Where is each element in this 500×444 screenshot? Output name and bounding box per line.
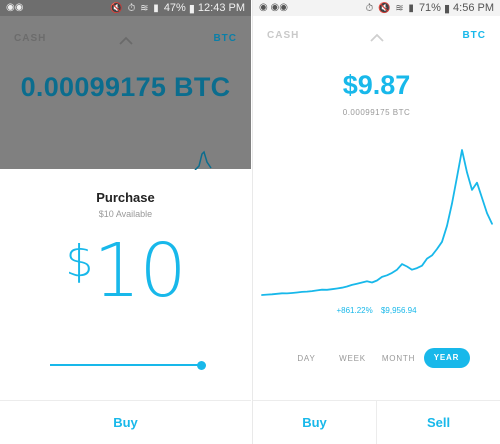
battery-icon: ▮ bbox=[443, 2, 451, 15]
buy-button[interactable]: Buy bbox=[253, 401, 376, 444]
tab-cash[interactable]: CASH bbox=[267, 30, 299, 41]
period-year-button[interactable]: YEAR bbox=[423, 348, 470, 368]
voicemail-icon: ◉◉ bbox=[6, 2, 24, 13]
currency-symbol: $ bbox=[65, 236, 94, 287]
chart-peek bbox=[194, 150, 212, 170]
chevron-up-icon[interactable] bbox=[118, 33, 134, 49]
btc-value: 0.00099175 BTC bbox=[342, 108, 411, 117]
action-bar: Buy bbox=[0, 400, 251, 444]
period-day-button[interactable]: DAY bbox=[284, 354, 330, 363]
action-bar: Buy Sell bbox=[253, 400, 500, 444]
purchase-title: Purchase bbox=[96, 190, 155, 205]
battery-icon: ▮ bbox=[188, 2, 195, 15]
clock: 12:43 PM bbox=[197, 2, 245, 14]
amount-value: 10 bbox=[93, 228, 186, 314]
top-nav: CASH BTC bbox=[0, 33, 251, 55]
status-icons: ⏱ 🔇 ≋ ▮ bbox=[365, 2, 415, 14]
amount-slider-thumb[interactable] bbox=[197, 361, 206, 370]
period-week-button[interactable]: WEEK bbox=[330, 354, 376, 363]
chevron-up-icon[interactable] bbox=[369, 30, 385, 46]
buy-button[interactable]: Buy bbox=[0, 401, 251, 444]
purchase-screen: ◉◉ 🔇 ⏱ ≋ ▮ 47% ▮ 12:43 PM CASH BTC 0.000… bbox=[0, 0, 251, 444]
change-percent: +861.22% bbox=[336, 306, 373, 315]
amount-slider-track[interactable] bbox=[50, 364, 202, 366]
tab-btc[interactable]: BTC bbox=[213, 33, 237, 44]
top-nav: CASH BTC bbox=[253, 30, 500, 52]
price-stats: +861.22% $9,956.94 bbox=[253, 306, 500, 315]
purchase-amount: $10 bbox=[0, 228, 251, 314]
battery-percent: 71% bbox=[418, 2, 441, 14]
tab-btc[interactable]: BTC bbox=[462, 30, 486, 41]
price-series-line bbox=[261, 149, 493, 296]
available-balance: $10 Available bbox=[98, 209, 153, 219]
notification-icons: ◉ ◉◉ bbox=[259, 2, 288, 13]
tab-cash[interactable]: CASH bbox=[14, 33, 46, 44]
status-bar: ◉◉ 🔇 ⏱ ≋ ▮ 47% ▮ 12:43 PM bbox=[0, 0, 251, 16]
status-bar: ◉ ◉◉ ⏱ 🔇 ≋ ▮ 71% ▮ 4:56 PM bbox=[253, 0, 500, 16]
sell-button[interactable]: Sell bbox=[376, 401, 500, 444]
btc-balance: 0.00099175 BTC bbox=[20, 72, 231, 102]
battery-percent: 47% bbox=[163, 2, 186, 14]
period-selector: DAY WEEK MONTH YEAR bbox=[253, 347, 500, 369]
price-chart[interactable] bbox=[253, 140, 500, 305]
btc-detail-screen: ◉ ◉◉ ⏱ 🔇 ≋ ▮ 71% ▮ 4:56 PM CASH BTC $9.8… bbox=[252, 0, 500, 444]
btc-price: $9,956.94 bbox=[380, 306, 417, 315]
status-icons: 🔇 ⏱ ≋ ▮ bbox=[110, 2, 160, 14]
clock: 4:56 PM bbox=[453, 2, 494, 14]
period-month-button[interactable]: MONTH bbox=[376, 354, 422, 363]
usd-value: $9.87 bbox=[342, 70, 411, 100]
